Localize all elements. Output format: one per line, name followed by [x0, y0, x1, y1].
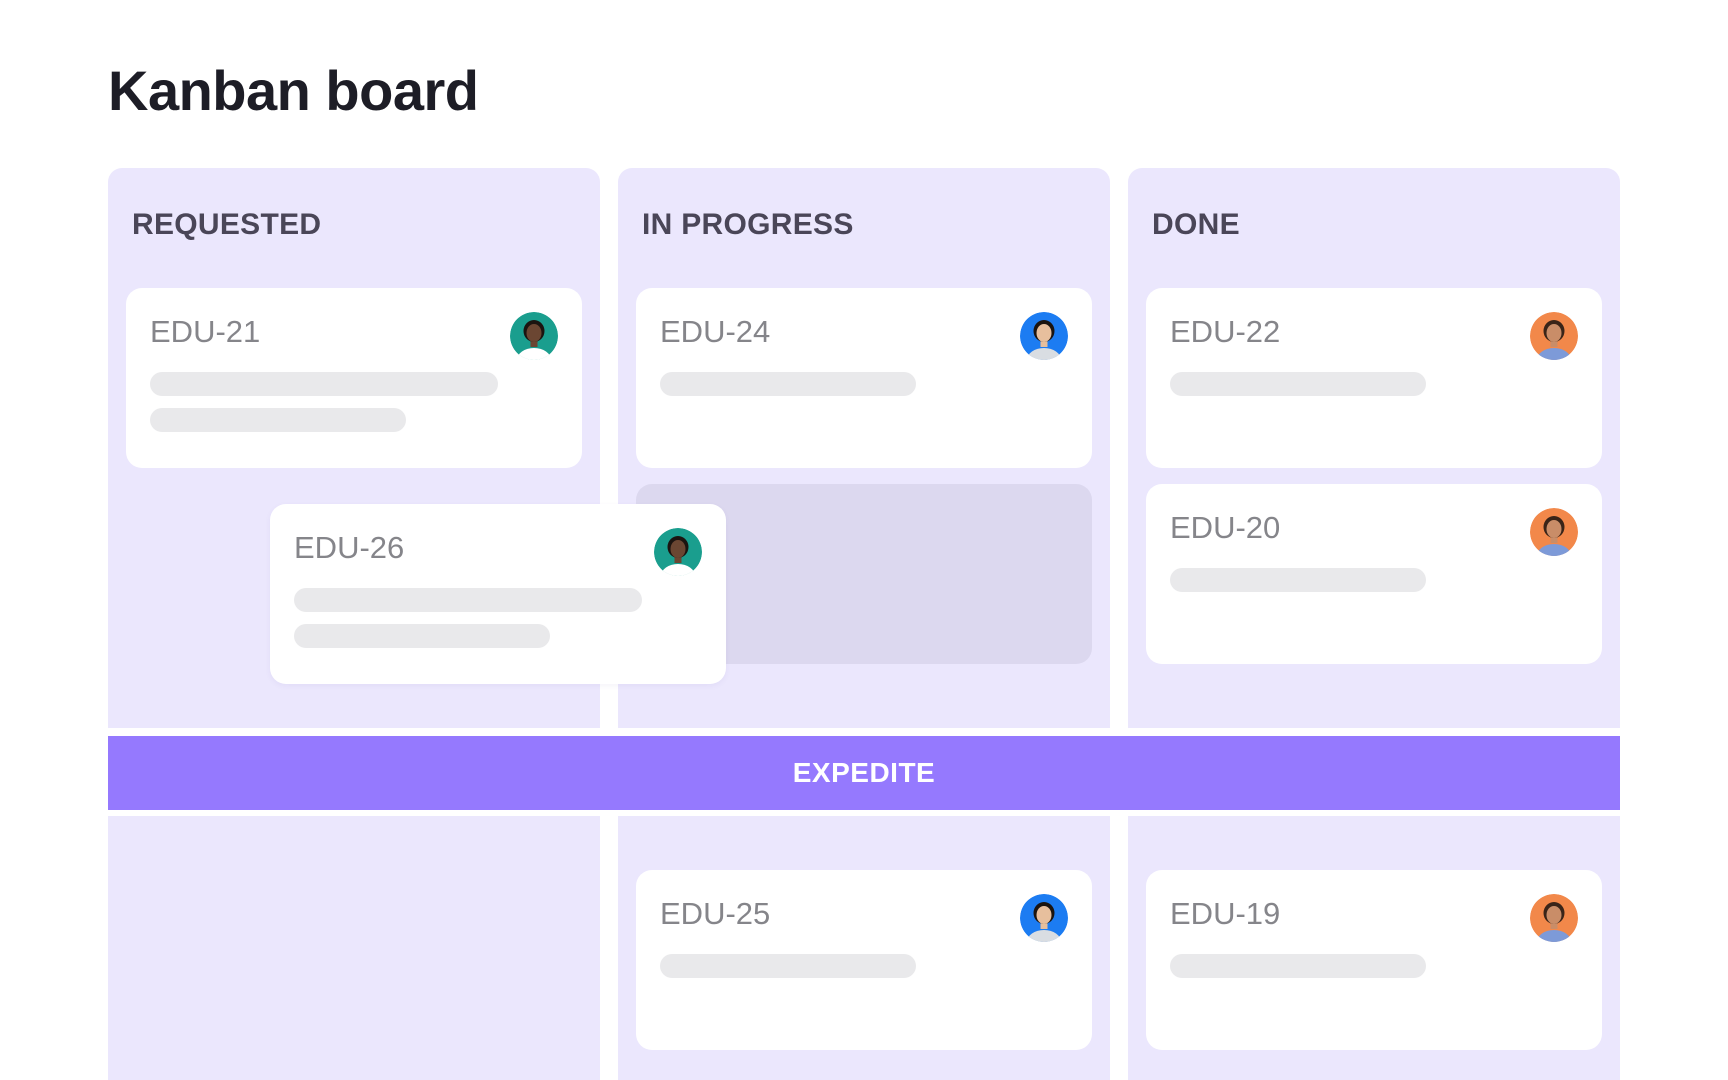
card-id: EDU-21 [150, 314, 261, 349]
assignee-avatar[interactable] [1530, 894, 1578, 942]
swimlane-label: EXPEDITE [792, 757, 936, 788]
card-edu-22[interactable]: EDU-22 [1146, 288, 1602, 468]
card-text-placeholder [1170, 372, 1426, 396]
person-icon [1020, 894, 1068, 942]
column-header-in-progress: IN PROGRESS [642, 208, 854, 241]
person-icon [510, 312, 558, 360]
card-text-placeholder [294, 588, 642, 612]
person-icon [1530, 508, 1578, 556]
assignee-avatar[interactable] [1530, 508, 1578, 556]
swimlane-expedite: EXPEDITE [108, 736, 1620, 810]
card-text-placeholder [660, 954, 916, 978]
card-edu-21[interactable]: EDU-21 [126, 288, 582, 468]
card-id: EDU-26 [294, 530, 405, 565]
column-header-done: DONE [1152, 208, 1240, 241]
assignee-avatar[interactable] [510, 312, 558, 360]
expedite-cell-requested [108, 816, 600, 1080]
card-edu-24[interactable]: EDU-24 [636, 288, 1092, 468]
card-edu-19[interactable]: EDU-19 [1146, 870, 1602, 1050]
person-icon [654, 528, 702, 576]
person-icon [1020, 312, 1068, 360]
card-edu-26-dragging[interactable]: EDU-26 [270, 504, 726, 684]
card-id: EDU-22 [1170, 314, 1281, 349]
page-title: Kanban board [108, 59, 479, 122]
card-text-placeholder [1170, 568, 1426, 592]
card-edu-25[interactable]: EDU-25 [636, 870, 1092, 1050]
card-text-placeholder [150, 408, 406, 432]
card-text-placeholder [1170, 954, 1426, 978]
card-id: EDU-25 [660, 896, 771, 931]
card-id: EDU-19 [1170, 896, 1281, 931]
card-text-placeholder [294, 624, 550, 648]
card-id: EDU-24 [660, 314, 771, 349]
person-icon [1530, 312, 1578, 360]
card-text-placeholder [150, 372, 498, 396]
person-icon [1530, 894, 1578, 942]
assignee-avatar[interactable] [654, 528, 702, 576]
card-text-placeholder [660, 372, 916, 396]
assignee-avatar[interactable] [1530, 312, 1578, 360]
card-edu-20[interactable]: EDU-20 [1146, 484, 1602, 664]
assignee-avatar[interactable] [1020, 312, 1068, 360]
assignee-avatar[interactable] [1020, 894, 1068, 942]
column-header-requested: REQUESTED [132, 208, 322, 241]
card-id: EDU-20 [1170, 510, 1281, 545]
